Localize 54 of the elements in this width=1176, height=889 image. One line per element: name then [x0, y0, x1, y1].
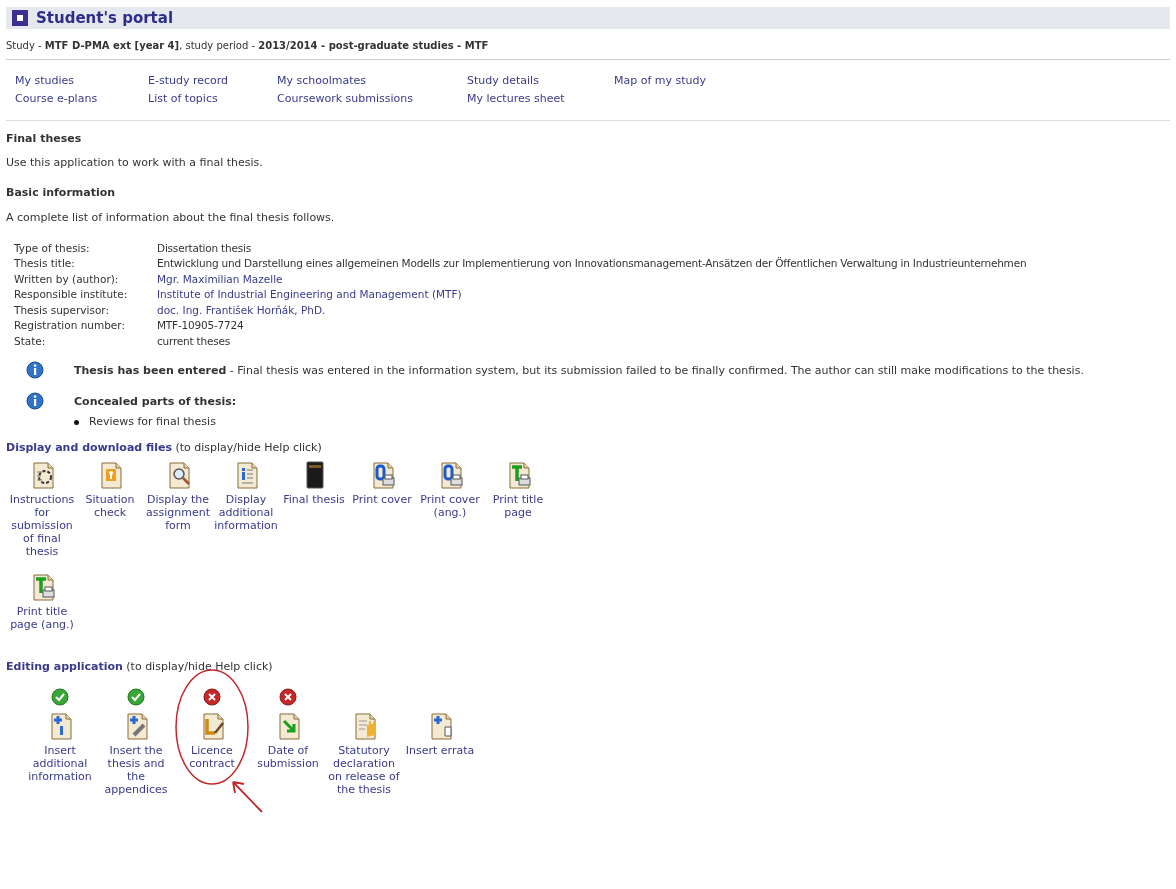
field-link[interactable]: Institute of Industrial Engineering and Management (MTF)	[157, 287, 462, 303]
concealed-item: Reviews for final thesis	[89, 414, 216, 430]
nav-link[interactable]: List of topics	[148, 89, 218, 108]
nav-link[interactable]: My studies	[15, 71, 75, 90]
file-action[interactable]: Display the assignment form	[144, 460, 212, 558]
edit-action[interactable]: Insert errata	[405, 710, 475, 757]
editing-heading[interactable]: Editing application	[6, 660, 123, 673]
study-info: Study - MTF D-PMA ext [year 4], study period - 2013/2014 - post-graduate studies - MTF	[6, 40, 489, 51]
field-value: MTF-10905-7724	[157, 318, 244, 333]
subsection-heading: Basic information	[6, 184, 117, 201]
section-intro: Use this application to work with a final thesis.	[6, 155, 264, 171]
nav-link[interactable]: E-study record	[148, 71, 229, 90]
subsection-intro: A complete list of information about the final thesis follows.	[6, 210, 336, 226]
notice-title: Concealed parts of thesis:	[74, 393, 237, 410]
field-link[interactable]: doc. Ing. František Horňák, PhD.	[157, 302, 326, 318]
bullet-icon	[74, 419, 79, 425]
file-action[interactable]: Print title page (ang.)	[8, 572, 76, 631]
edit-action[interactable]: Statutory declaration on release of the thesis	[326, 710, 402, 796]
field-label: State:	[14, 333, 47, 349]
help-hint: (to display/hide Help click)	[126, 660, 273, 673]
page-title: Student's portal	[36, 7, 174, 29]
field-value: current theses	[157, 333, 231, 349]
file-action[interactable]: Situation check	[76, 460, 144, 558]
nav-link[interactable]: Course e-plans	[15, 89, 98, 108]
field-label: Written by (author):	[14, 271, 120, 287]
notice-text: Thesis has been entered - Final thesis was entered in the information system, but its submission failed to be finally confirmed. The author can still make modifications to the thesis.	[74, 364, 1084, 377]
nav-link[interactable]: Map of my study	[614, 71, 707, 90]
field-label: Registration number:	[14, 318, 126, 333]
nav-link[interactable]: My lectures sheet	[467, 89, 565, 108]
nav-link[interactable]: Coursework submissions	[277, 89, 413, 108]
file-action[interactable]: Print cover	[348, 460, 416, 558]
files-heading[interactable]: Display and download files	[6, 440, 172, 454]
square-icon	[12, 10, 28, 26]
info-icon	[26, 361, 44, 379]
field-label: Type of thesis:	[14, 240, 91, 256]
field-link[interactable]: Mgr. Maximilian Mazelle	[157, 271, 283, 287]
file-action[interactable]: Print cover (ang.)	[416, 460, 484, 558]
edit-action[interactable]: Insert the thesis and the appendices	[98, 710, 174, 796]
info-icon	[26, 391, 44, 410]
file-action[interactable]: Final thesis	[280, 460, 348, 558]
file-action[interactable]: Print title page	[484, 460, 552, 558]
file-action[interactable]: Instructions for submission of final thesis	[8, 460, 76, 558]
nav-link[interactable]: My schoolmates	[277, 71, 367, 90]
edit-action[interactable]: Date of submission	[250, 710, 326, 770]
section-heading: Final theses	[6, 130, 83, 147]
field-label: Responsible institute:	[14, 287, 129, 302]
edit-action[interactable]: Insert additional information	[22, 710, 98, 783]
help-hint: (to display/hide Help click)	[175, 440, 322, 454]
file-action[interactable]: Display additional information	[212, 460, 280, 558]
nav-link[interactable]: Study details	[467, 71, 539, 90]
field-value: Entwicklung und Darstellung eines allgemeinen Modells zur Implementierung von Innovationsmanagement-Ansätzen der Öffentlichen Verwaltung in Industrieunternehmen	[157, 256, 1027, 271]
field-value: Dissertation thesis	[157, 240, 251, 256]
field-label: Thesis supervisor:	[14, 302, 110, 318]
field-label: Thesis title:	[14, 256, 76, 271]
